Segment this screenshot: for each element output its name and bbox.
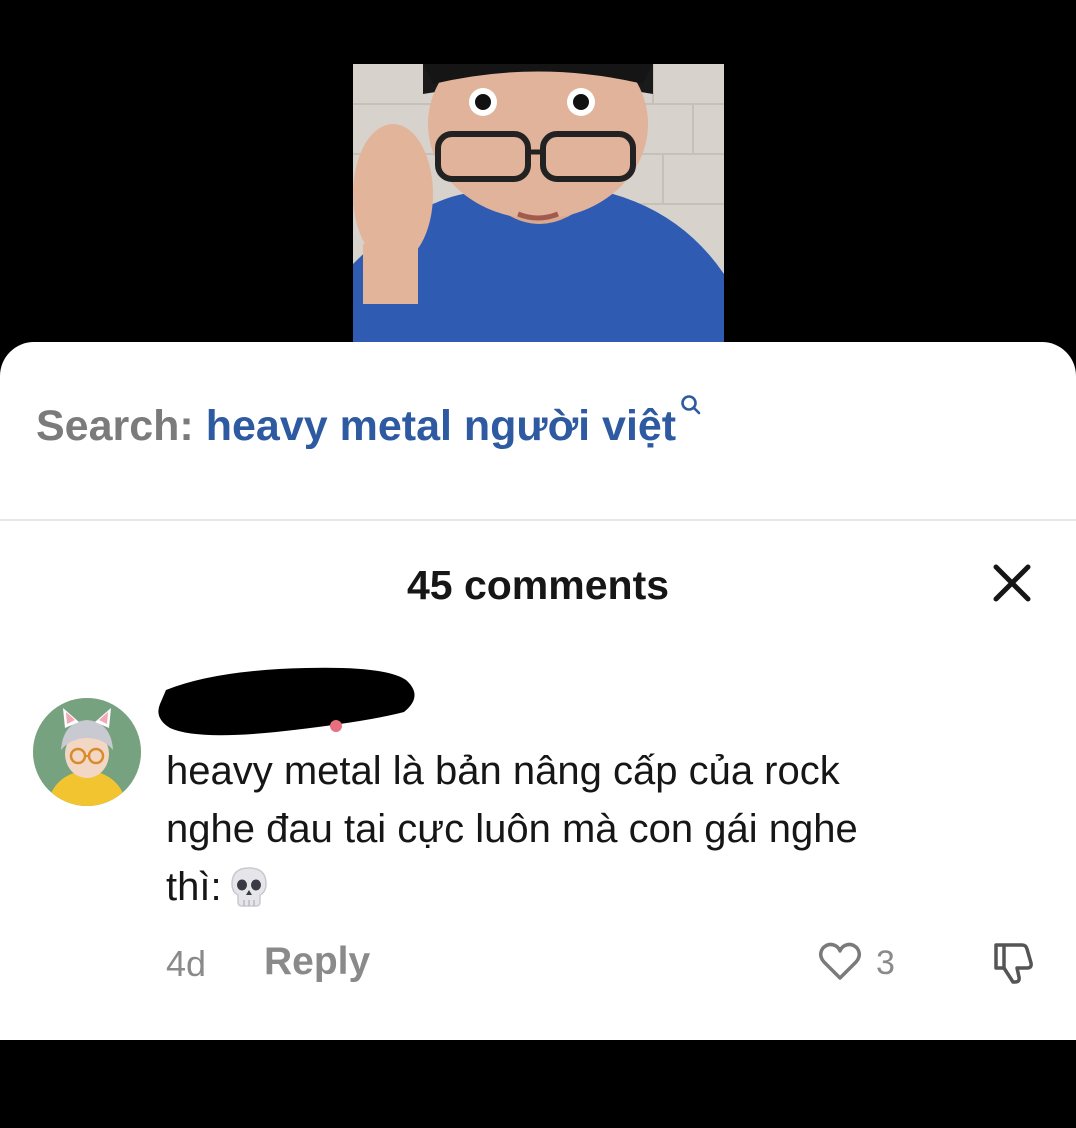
- heart-icon[interactable]: [816, 938, 864, 986]
- reply-button[interactable]: Reply: [264, 940, 370, 984]
- search-icon: [680, 378, 702, 427]
- comment-timestamp: 4d: [166, 943, 207, 984]
- avatar[interactable]: [33, 698, 141, 806]
- comment-line-1: heavy metal là bản nâng cấp của rock: [166, 749, 840, 793]
- search-term[interactable]: heavy metal người việt: [206, 402, 676, 451]
- search-label: Search:: [36, 402, 194, 450]
- comments-count-title: 45 comments: [406, 562, 670, 608]
- divider: [0, 519, 1076, 521]
- comment-line-3: thì:: [166, 858, 1026, 926]
- like-count: 3: [876, 944, 895, 982]
- video-thumbnail-image: [353, 64, 724, 354]
- redacted-username: [156, 662, 422, 740]
- comment-text: heavy metal là bản nâng cấp của rock ngh…: [166, 742, 1026, 926]
- comment-line-3-text: thì:: [166, 865, 222, 909]
- thumbs-down-icon[interactable]: [988, 937, 1038, 987]
- search-suggestion[interactable]: Search: heavy metal người việt: [36, 395, 702, 462]
- comment-line-2: nghe đau tai cực luôn mà con gái nghe: [166, 807, 858, 851]
- video-thumbnail[interactable]: [353, 64, 724, 354]
- close-icon[interactable]: [990, 561, 1034, 605]
- skull-emoji: [226, 864, 272, 926]
